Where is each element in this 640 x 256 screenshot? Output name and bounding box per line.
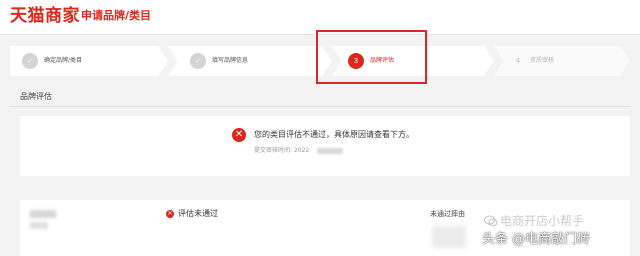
- step-label: 品牌评估: [370, 57, 395, 64]
- step-number-badge: 4: [515, 57, 521, 65]
- step-label: 确定品牌/类目: [44, 57, 83, 64]
- result-message: 您的类目评估不通过，具体原因请查看下方。: [254, 130, 414, 139]
- redacted-category-detail: [30, 222, 48, 229]
- step-confirm-brand-category[interactable]: ✓ 确定品牌/类目: [10, 46, 168, 76]
- fail-icon: ✕: [166, 210, 174, 218]
- redacted-reason: [432, 226, 466, 248]
- step-brand-evaluation[interactable]: 3 品牌评估: [332, 46, 494, 76]
- error-icon: ✕: [232, 128, 246, 142]
- step-check-icon: ✓: [22, 53, 38, 69]
- step-check-icon: ✓: [190, 53, 206, 69]
- redacted-time: [317, 147, 344, 154]
- progress-steps: ✓ 确定品牌/类目 ✓ 填写品牌信息 3 品牌评估 4 资质审核: [10, 46, 630, 76]
- tmall-merchant-logo[interactable]: 天猫商家: [10, 6, 80, 26]
- step-label: 填写品牌信息: [212, 57, 249, 64]
- evaluation-result-panel: ✕ 您的类目评估不通过，具体原因请查看下方。 提交审核时间: 2022: [20, 116, 630, 176]
- wechat-icon: [484, 215, 498, 227]
- brand-evaluation-section: 品牌评估 ✕ 您的类目评估不通过，具体原因请查看下方。 提交审核时间: 2022…: [10, 88, 630, 256]
- header-divider: [73, 9, 74, 23]
- submit-time: 提交审核时间: 2022: [254, 146, 344, 156]
- step-fill-brand-info[interactable]: ✓ 填写品牌信息: [168, 46, 332, 76]
- watermark-line1: 电商开店小帮手: [500, 214, 585, 228]
- submit-time-label: 提交审核时间: 2022: [254, 147, 310, 154]
- redacted-category-name: [30, 210, 56, 218]
- step-label: 资质审核: [530, 57, 555, 64]
- section-divider: [10, 106, 630, 107]
- appeal-reason: 未通过摔由: [430, 210, 465, 218]
- watermark-line2: 头条 @电商敲门砖: [482, 232, 591, 247]
- page-title: 申请品牌/类目: [81, 9, 152, 22]
- section-title: 品牌评估: [20, 92, 52, 101]
- step-qualification-review[interactable]: 4 资质审核: [494, 46, 630, 76]
- top-header: 天猫商家 申请品牌/类目: [0, 0, 640, 35]
- status-text: 评估未通过: [178, 209, 218, 218]
- step-number-badge: 3: [348, 53, 364, 69]
